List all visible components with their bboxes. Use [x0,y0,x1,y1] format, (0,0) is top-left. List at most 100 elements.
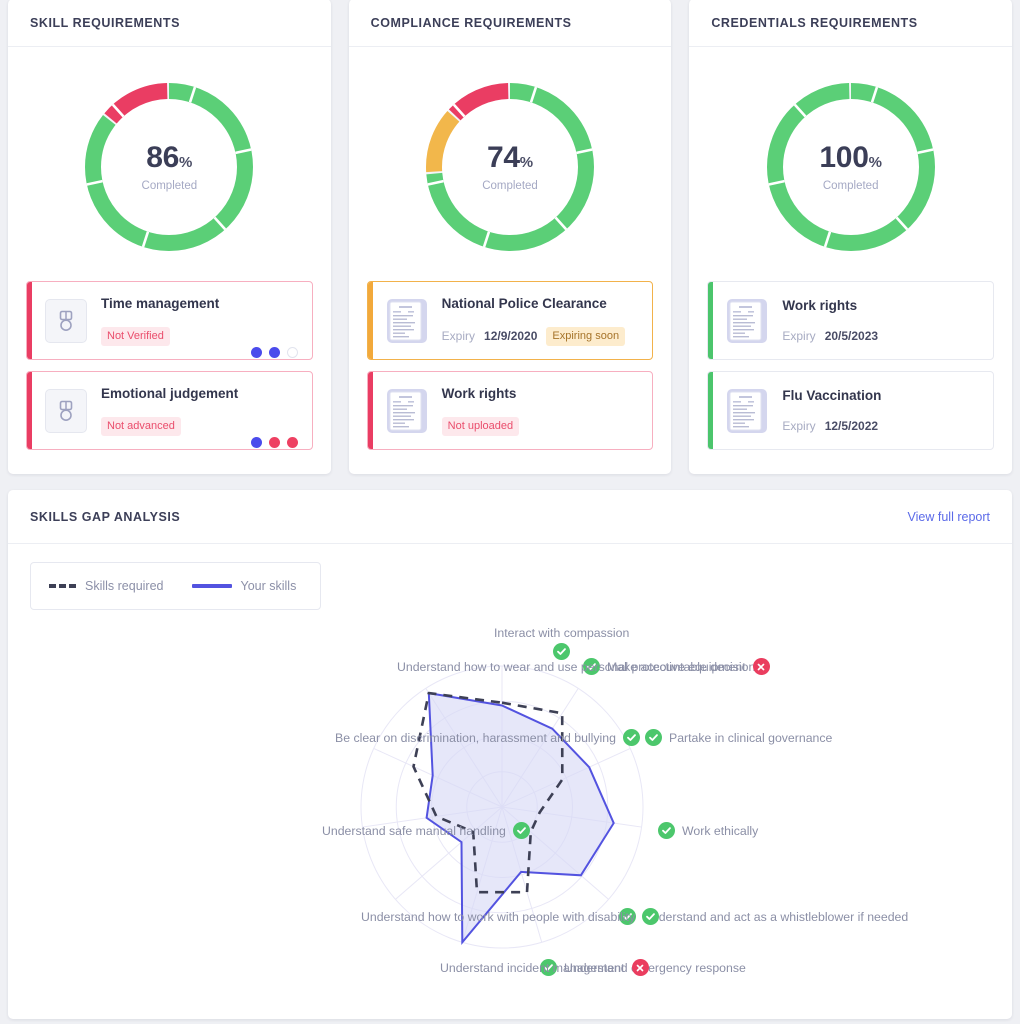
card-title: SKILL REQUIREMENTS [30,15,180,30]
requirement-item-meta: Not uploaded [441,416,639,436]
radar-axis-label-text: Interact with compassion [494,626,630,640]
radar-axis-label: Understand safe manual handling [322,822,530,839]
card-title: CREDENTIALS REQUIREMENTS [711,15,918,30]
radar-axis-label-text: Understand incident management [440,960,625,975]
radar-axis-label: Partake in clinical governance [645,729,832,746]
requirement-item[interactable]: Work rights Expiry 20/5/2023 [707,281,995,360]
expiry-label: Expiry [782,419,816,433]
requirement-item[interactable]: Work rights Not uploaded [366,371,654,450]
card-title: COMPLIANCE REQUIREMENTS [370,15,572,30]
document-icon [386,388,427,433]
medal-icon [45,298,87,343]
expiry-value: 20/5/2023 [824,329,879,343]
radar-axis-label: Understand and act as a whistleblower if… [619,908,908,925]
status-accent-bar [367,372,373,449]
radar-axis-label: Understand how to work with people with … [361,908,660,925]
status-badge: Expiring soon [546,326,626,346]
requirement-item-body: Flu Vaccination Expiry 12/5/2022 [782,372,979,449]
requirement-item[interactable]: Time management Not Verified [26,281,313,360]
requirement-item-title: Work rights [441,385,517,401]
completion-donut: 100% Completed [707,63,994,271]
requirement-item[interactable]: Flu Vaccination Expiry 12/5/2022 [707,371,995,450]
requirement-item-body: National Police Clearance Expiry 12/9/2020… [442,282,639,359]
status-accent-bar [27,372,32,449]
requirement-item[interactable]: Emotional judgement Not advanced [26,371,313,450]
check-circle-icon [512,822,530,839]
radar-axis-label: Interact with compassion [494,626,629,660]
requirement-item-meta: Expiry 12/5/2022 [782,419,979,433]
check-circle-icon [622,729,640,746]
skills-gap-card: SKILLS GAP ANALYSIS View full report Ski… [8,490,1012,1019]
proficiency-dot [268,347,280,358]
document-icon [386,298,427,343]
proficiency-dot [268,437,280,448]
check-circle-icon [642,908,660,925]
requirement-item[interactable]: National Police Clearance Expiry 12/9/2020… [366,281,654,360]
legend-label: Your skills [240,579,297,593]
radar-axis-label: Understand how to wear and use personal … [397,658,770,675]
document-icon [726,388,768,433]
radar-chart: Interact with compassion Make accountable… [8,610,1012,1019]
requirement-item-list: National Police Clearance Expiry 12/9/2020… [366,281,654,450]
requirements-row: SKILL REQUIREMENTS 86% Completed Time manag… [0,0,1020,474]
view-full-report-link[interactable]: View full report [908,510,990,524]
check-circle-icon [658,822,675,839]
requirement-item-body: Time management Not Verified [101,282,251,359]
medal-icon [59,310,73,331]
card-header: SKILL REQUIREMENTS [8,0,331,47]
error-circle-icon [631,959,649,976]
requirements-card: COMPLIANCE REQUIREMENTS 74% Completed Natio… [348,0,672,474]
document-icon [727,388,768,433]
status-accent-bar [27,282,32,359]
requirements-card: CREDENTIALS REQUIREMENTS 100% Completed Wor… [689,0,1013,474]
radar-axis-label: Understand incident management [440,959,649,976]
requirement-item-meta: Expiry 12/9/2020 Expiring soon [441,326,639,346]
medal-icon [59,400,73,421]
chart-legend: Skills required Your skills [30,562,321,610]
proficiency-dot [250,437,262,448]
requirement-item-title: Time management [101,295,220,311]
dashed-line-swatch-icon [49,584,76,588]
requirement-item-title: Emotional judgement [101,385,239,401]
requirement-item-body: Work rights Expiry 20/5/2023 [782,282,979,359]
requirement-item-list: Work rights Expiry 20/5/2023 Flu Vaccinatio… [707,281,995,450]
check-circle-icon [645,729,662,746]
card-body: 100% Completed Work rights Expiry 20/5/2023 F… [689,47,1012,474]
solid-line-swatch-icon [191,584,232,588]
radar-axis-label-text: Work ethically [682,823,759,838]
radar-axis-label-text: Understand safe manual handling [322,823,506,838]
expiry-value: 12/5/2022 [824,419,879,433]
legend-item-your-skills: Your skills [191,579,297,593]
card-body: 74% Completed National Police Clearance Exp… [349,47,672,474]
radar-axis-label: Work ethically [658,822,758,839]
requirement-item-meta: Not Verified [101,326,251,346]
status-accent-bar [708,282,714,359]
radar-axis-label-text: Understand how to work with people with … [361,909,636,924]
status-badge: Not uploaded [441,416,520,436]
status-accent-bar [708,372,714,449]
dashboard-page: SKILL REQUIREMENTS 86% Completed Time manag… [0,0,1020,1024]
proficiency-dot [286,437,298,448]
requirement-item-title: National Police Clearance [441,295,607,311]
donut-svg [426,83,594,251]
card-header: COMPLIANCE REQUIREMENTS [348,0,672,47]
legend-label: Skills required [85,579,164,593]
skills-gap-title: SKILLS GAP ANALYSIS [30,509,181,524]
status-badge: Not advanced [101,416,181,436]
expiry-label: Expiry [441,329,476,343]
card-header: CREDENTIALS REQUIREMENTS [689,0,1013,47]
requirement-item-title: Flu Vaccination [782,388,882,403]
proficiency-dots [250,347,298,358]
error-circle-icon [752,658,770,675]
requirement-item-list: Time management Not Verified Emotional jud… [26,281,313,450]
completion-donut: 74% Completed [367,63,654,271]
document-icon [386,388,428,433]
document-icon [727,298,768,343]
legend-item-skills-required: Skills required [49,579,164,593]
medal-icon [45,388,87,433]
radar-axis-label-text: Be clear on discrimination, harassment a… [335,730,616,745]
radar-axis-label-text: Partake in clinical governance [669,730,833,745]
donut-svg [766,83,935,251]
expiry-label: Expiry [782,329,816,343]
radar-axis-label-text: Understand how to wear and use personal … [397,659,746,674]
